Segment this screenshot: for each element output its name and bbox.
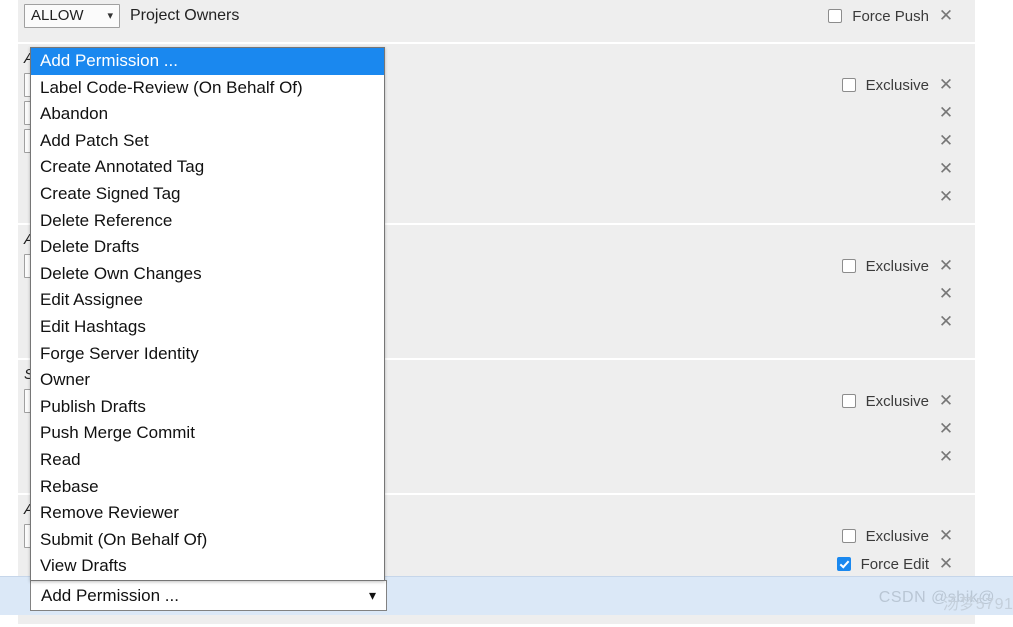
dropdown-option[interactable]: Publish Drafts	[31, 394, 384, 421]
row-controls: Exclusive ✕	[841, 527, 975, 545]
add-permission-select[interactable]: Add Permission ... ▾	[30, 580, 387, 611]
checkbox-label: Exclusive	[865, 527, 929, 545]
dropdown-option[interactable]: Forge Server Identity	[31, 341, 384, 368]
close-icon[interactable]: ✕	[937, 76, 955, 94]
close-icon[interactable]: ✕	[937, 448, 955, 466]
dropdown-option[interactable]: Delete Own Changes	[31, 261, 384, 288]
exclusive-checkbox[interactable]	[841, 259, 856, 273]
exclusive-checkbox[interactable]	[841, 394, 856, 408]
permission-rule-row: ALLOW ▾ Project Owners Force Push ✕	[18, 2, 975, 30]
close-icon[interactable]: ✕	[937, 555, 955, 573]
checkbox-label: Force Push	[852, 7, 929, 25]
permission-section: ALLOW ▾ Administrators Force Push ✕ ALLO…	[18, 0, 975, 44]
row-controls: ✕	[937, 313, 975, 331]
dropdown-option[interactable]: Edit Hashtags	[31, 314, 384, 341]
close-icon[interactable]: ✕	[937, 392, 955, 410]
close-icon[interactable]: ✕	[937, 420, 955, 438]
close-icon[interactable]: ✕	[937, 132, 955, 150]
watermark-overlay: 汤梦579123	[942, 596, 1013, 613]
dropdown-option[interactable]: Create Signed Tag	[31, 181, 384, 208]
add-permission-value: Add Permission ...	[41, 585, 179, 605]
close-icon[interactable]: ✕	[937, 313, 955, 331]
row-controls: ✕	[937, 160, 975, 178]
group-name: Project Owners	[130, 7, 240, 24]
row-controls: Force Edit ✕	[836, 555, 975, 573]
force-push-checkbox[interactable]	[828, 9, 843, 23]
row-controls: Force Push ✕	[828, 7, 975, 25]
watermark: CSDN @sbik@汤梦579123	[879, 589, 1013, 613]
row-controls: ✕	[937, 285, 975, 303]
dropdown-option[interactable]: Owner	[31, 367, 384, 394]
dropdown-option[interactable]: Add Patch Set	[31, 128, 384, 155]
dropdown-option[interactable]: Delete Reference	[31, 208, 384, 235]
dropdown-option[interactable]: View Drafts	[31, 553, 384, 580]
chevron-down-icon: ▾	[368, 587, 376, 603]
dropdown-option[interactable]: Abandon	[31, 101, 384, 128]
checkbox-label: Exclusive	[865, 76, 929, 94]
dropdown-option[interactable]: Remove Reviewer	[31, 500, 384, 527]
gerrit-access-page: ALLOW ▾ Administrators Force Push ✕ ALLO…	[0, 0, 1013, 627]
close-icon[interactable]: ✕	[937, 104, 955, 122]
checkbox-label: Exclusive	[865, 257, 929, 275]
force-edit-checkbox[interactable]	[836, 557, 851, 571]
row-controls: ✕	[937, 420, 975, 438]
row-controls: Exclusive ✕	[841, 76, 975, 94]
close-icon[interactable]: ✕	[937, 7, 955, 25]
add-permission-dropdown-list[interactable]: Add Permission ... Label Code-Review (On…	[30, 47, 385, 581]
dropdown-option[interactable]: Push Merge Commit	[31, 420, 384, 447]
row-controls: Exclusive ✕	[841, 392, 975, 410]
close-icon[interactable]: ✕	[937, 160, 955, 178]
rule-select[interactable]: ALLOW	[24, 4, 120, 28]
close-icon[interactable]: ✕	[937, 527, 955, 545]
close-icon[interactable]: ✕	[937, 257, 955, 275]
row-controls: ✕	[937, 448, 975, 466]
checkbox-label: Force Edit	[860, 555, 929, 573]
exclusive-checkbox[interactable]	[841, 529, 856, 543]
row-controls: ✕	[937, 188, 975, 206]
dropdown-option[interactable]: Submit (On Behalf Of)	[31, 527, 384, 554]
dropdown-option[interactable]: Read	[31, 447, 384, 474]
row-controls: ✕	[937, 132, 975, 150]
checkbox-label: Exclusive	[865, 392, 929, 410]
dropdown-option[interactable]: Edit Assignee	[31, 287, 384, 314]
close-icon[interactable]: ✕	[937, 188, 955, 206]
dropdown-option[interactable]: Rebase	[31, 474, 384, 501]
close-icon[interactable]: ✕	[937, 285, 955, 303]
exclusive-checkbox[interactable]	[841, 78, 856, 92]
row-controls: Exclusive ✕	[841, 257, 975, 275]
dropdown-option[interactable]: Create Annotated Tag	[31, 154, 384, 181]
dropdown-option[interactable]: Label Code-Review (On Behalf Of)	[31, 75, 384, 102]
dropdown-option[interactable]: Delete Drafts	[31, 234, 384, 261]
row-controls: ✕	[937, 104, 975, 122]
dropdown-option[interactable]: Add Permission ...	[31, 48, 384, 75]
rule-select-wrapper[interactable]: ALLOW ▾	[24, 4, 120, 28]
